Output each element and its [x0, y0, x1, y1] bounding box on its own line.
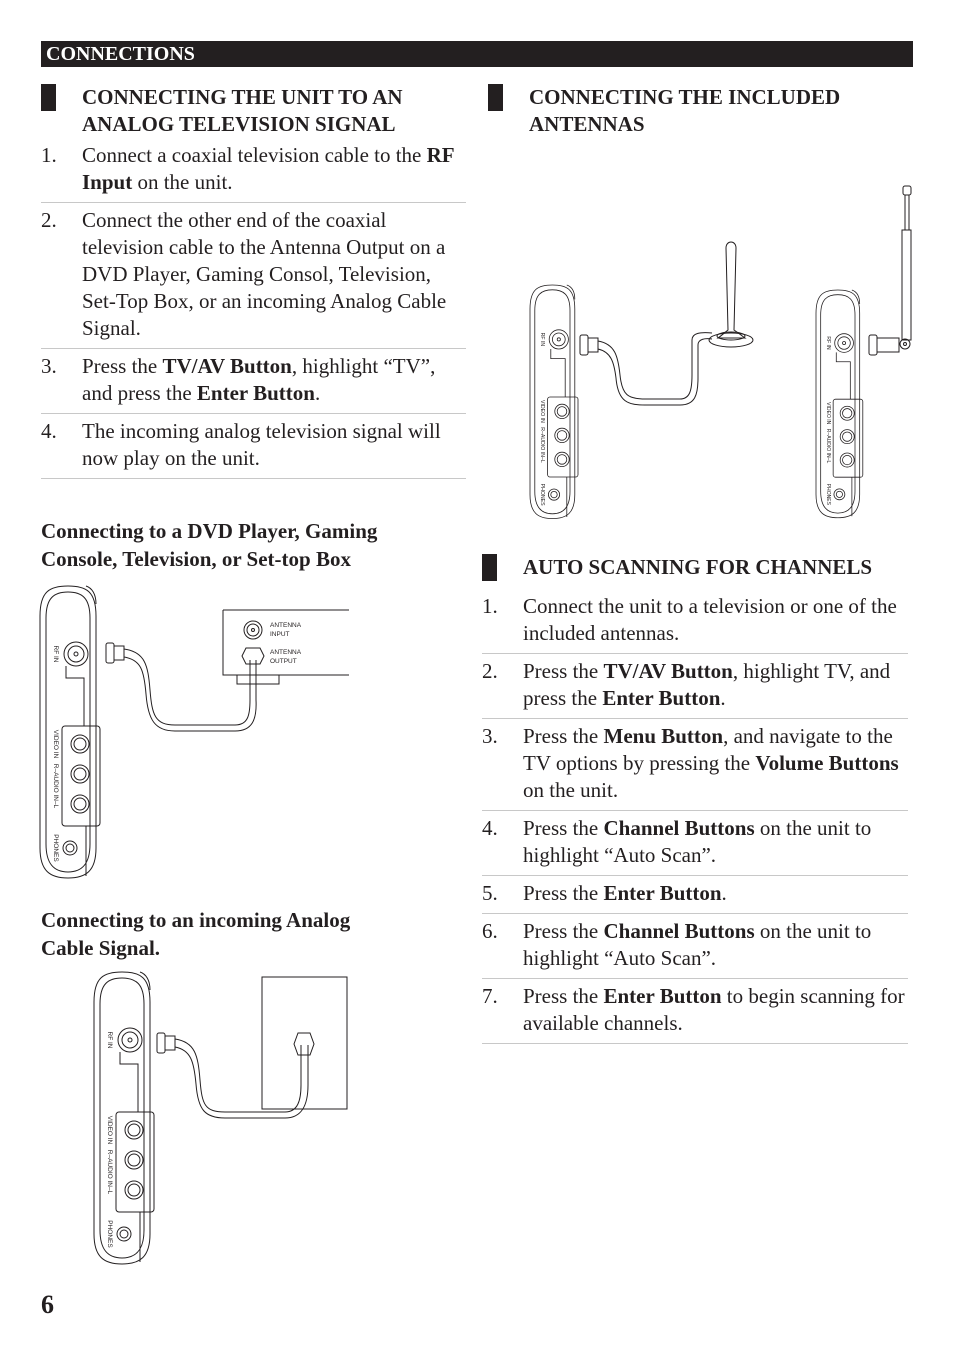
source-device-box: ANTENNA INPUT ANTENNA OUTPUT: [222, 609, 349, 685]
unit-outline: [815, 289, 861, 519]
unit-port-label: RF IN: [825, 336, 831, 350]
unit-port-label: R–AUDIO IN–L: [52, 764, 59, 809]
unit-side-view: RF IN VIDEO IN R–AUDIO IN–L PHONES: [529, 284, 579, 520]
unit-outline: [119, 1052, 139, 1112]
unit-port-label: PHONES: [825, 484, 831, 506]
unit-outline: [842, 431, 853, 442]
diagram-dvd-connection: RF IN VIDEO IN R–AUDIO IN–L PHONES ANTENNA …: [39, 185, 912, 1265]
unit-port-label: PHONES: [106, 1220, 113, 1248]
unit-outline: [548, 488, 561, 501]
unit-outline: [39, 585, 97, 879]
unit-side-view: RF IN VIDEO IN R–AUDIO IN–L PHONES: [93, 971, 155, 1265]
unit-outline: [832, 398, 864, 478]
unit-port-label: RF IN: [539, 333, 545, 347]
unit-outline: [842, 454, 853, 466]
unit-outline: [842, 408, 853, 419]
unit-outline: [127, 1153, 141, 1167]
unit-outline: [65, 666, 85, 726]
wall-outlet: [261, 976, 348, 1110]
unit-outline: [127, 1037, 133, 1043]
unit-port-label: R–AUDIO IN–L: [106, 1150, 113, 1195]
unit-port-label: RF IN: [52, 646, 59, 663]
unit-outline: [556, 406, 568, 417]
unit-outline: [556, 454, 568, 465]
unit-side-view: RF IN VIDEO IN R–AUDIO IN–L PHONES: [39, 585, 101, 879]
unit-outline: [550, 349, 566, 398]
unit-outline: [62, 840, 78, 856]
unit-outline: [93, 971, 151, 1265]
unit-outline: [552, 332, 566, 347]
unit-outline: [547, 396, 579, 478]
unit-outline: [73, 737, 87, 751]
unit-outline: [550, 491, 558, 499]
unit-outline: [127, 1123, 141, 1137]
unit-port-label: R–AUDIO IN–L: [825, 429, 831, 464]
unit-outline: [119, 1229, 129, 1239]
unit-outline: [837, 336, 851, 350]
unit-port-label: PHONES: [539, 484, 545, 506]
antenna-output-label: ANTENNA: [270, 649, 302, 656]
telescopic-antenna: [868, 185, 912, 356]
unit-outline: [121, 1031, 139, 1049]
unit-side-view: RF IN VIDEO IN R–AUDIO IN–L PHONES: [815, 289, 864, 519]
unit-port-label: R–AUDIO IN–L: [539, 427, 545, 463]
unit-outline: [116, 1226, 132, 1242]
unit-outline: [115, 1111, 155, 1213]
unit-port-label: RF IN: [106, 1032, 113, 1049]
unit-outline: [67, 645, 85, 663]
unit-outline: [73, 797, 87, 811]
magnetic-antenna: [579, 241, 754, 406]
unit-outline: [556, 337, 561, 342]
unit-outline: [842, 341, 847, 345]
unit-outline: [833, 488, 846, 501]
unit-outline: [835, 352, 851, 400]
unit-port-label: VIDEO IN: [52, 730, 59, 759]
unit-port-label: VIDEO IN: [539, 400, 545, 423]
unit-port-label: VIDEO IN: [825, 402, 831, 425]
unit-outline: [65, 843, 75, 853]
unit-outline: [61, 725, 101, 827]
unit-outline: [835, 490, 843, 498]
coax-cable: [156, 1032, 309, 1119]
unit-outline: [529, 284, 576, 520]
antenna-input-label: INPUT: [270, 631, 290, 638]
unit-outline: [73, 767, 87, 781]
coax-cable: [105, 642, 257, 732]
unit-port-label: PHONES: [52, 834, 59, 862]
unit-outline: [73, 651, 79, 657]
antenna-output-label: OUTPUT: [270, 658, 297, 665]
unit-outline: [556, 430, 568, 441]
antenna-input-label: ANTENNA: [270, 622, 302, 629]
unit-outline: [127, 1183, 141, 1197]
unit-port-label: VIDEO IN: [106, 1116, 113, 1145]
